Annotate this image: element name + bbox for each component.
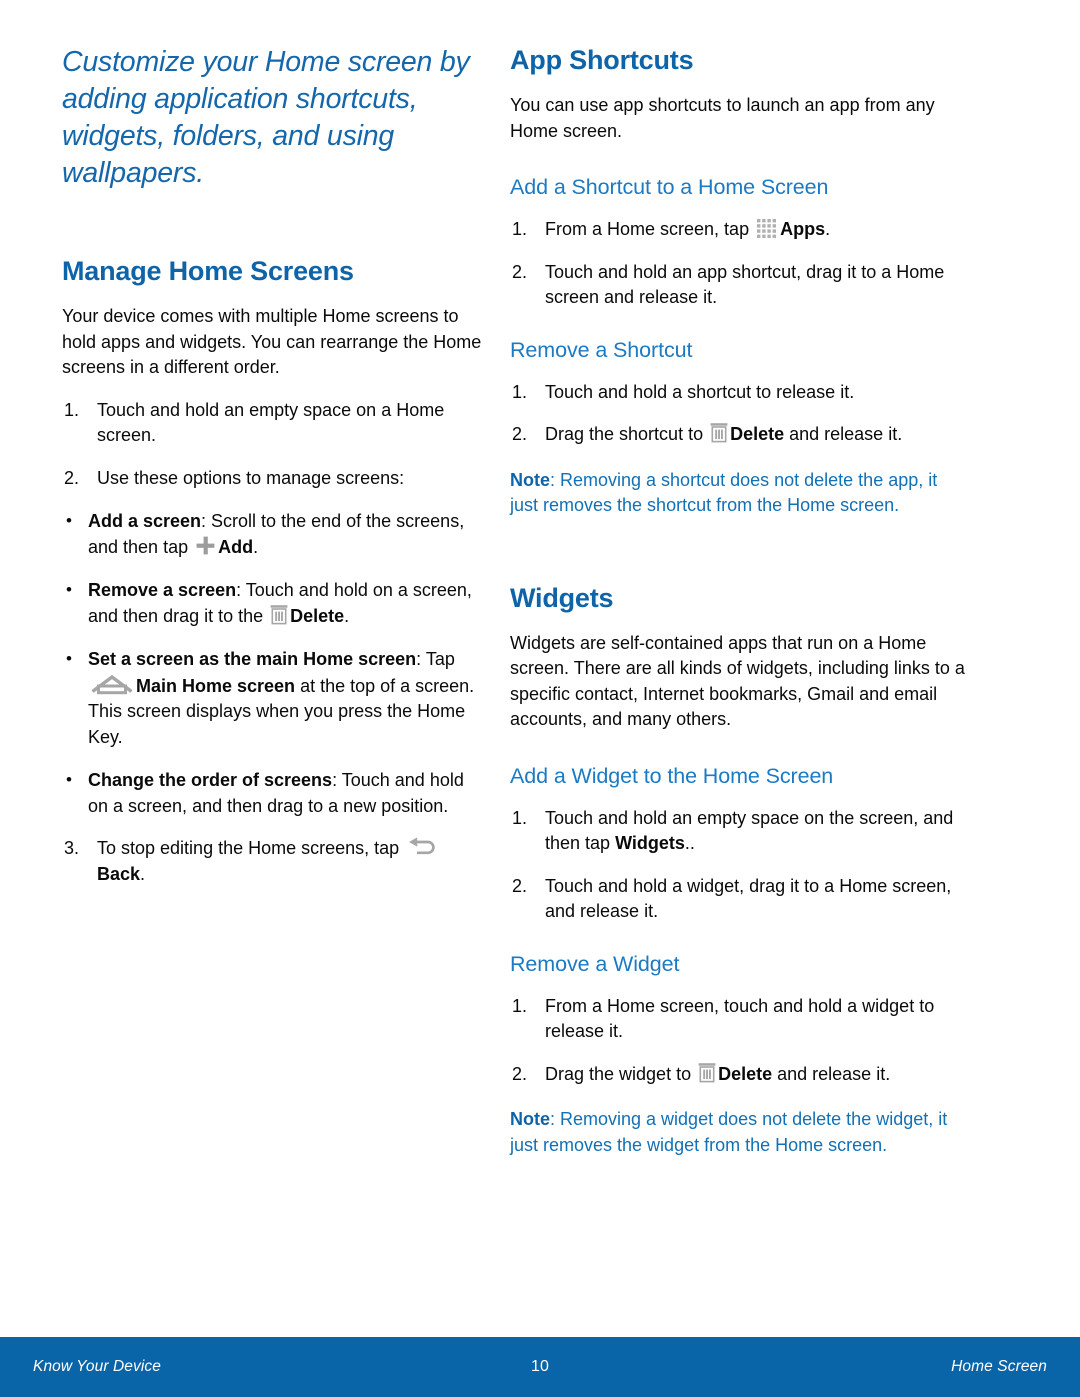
list-item: 1. From a Home screen, tap Apps. <box>510 217 965 243</box>
document-title: Customize your Home screen by adding app… <box>62 46 470 189</box>
manage-home-screens-steps: 1. Touch and hold an empty space on a Hom… <box>62 398 485 492</box>
app-shortcuts-intro: You can use app shortcuts to launch an a… <box>510 95 935 141</box>
note-text: : Removing a widget does not delete the … <box>510 1109 948 1155</box>
list-item: 3. To stop editing the Home screens, tap … <box>62 836 485 887</box>
step-number: 1. <box>512 995 528 1016</box>
back-arrow-icon <box>406 836 435 857</box>
step-number: 2. <box>512 424 528 444</box>
section-heading-manage-home-screens: Manage Home Screens <box>62 256 354 286</box>
option-text-after: . <box>253 536 259 557</box>
step-text: To stop editing the Home screens, tap <box>97 838 405 858</box>
list-item: 2. Drag the shortcut to Delete and releas… <box>510 422 965 448</box>
step-number: 2. <box>512 875 528 896</box>
subheading-add-shortcut: Add a Shortcut to a Home Screen <box>510 175 829 199</box>
manage-screens-options: Add a screen: Scroll to the end of the s… <box>62 508 485 819</box>
step-text-after: . <box>140 863 146 884</box>
note-label: Note <box>510 1109 550 1129</box>
step-number: 1. <box>512 381 528 402</box>
step-number: 2. <box>512 261 528 282</box>
apps-grid-icon <box>756 217 778 239</box>
note-text: : Removing a shortcut does not delete th… <box>510 469 938 516</box>
note-app-shortcuts: Note: Removing a shortcut does not delet… <box>510 468 965 519</box>
step-number: 1. <box>64 399 80 420</box>
step-number: 3. <box>64 838 80 858</box>
add-widget-steps: 1. Touch and hold an empty space on the s… <box>510 806 965 925</box>
step-icon-label: Widgets <box>615 833 685 853</box>
trash-icon <box>710 422 728 443</box>
note-label: Note <box>510 469 550 490</box>
list-item: 1. Touch and hold a shortcut to release i… <box>510 380 965 406</box>
step-number: 1. <box>512 807 528 828</box>
footer-right-label: Home Screen <box>951 1358 1047 1375</box>
list-item-add-a-screen: Add a screen: Scroll to the end of the s… <box>62 508 485 560</box>
home-icon <box>90 673 134 697</box>
section-heading-app-shortcuts: App Shortcuts <box>510 45 694 75</box>
option-text: : Tap <box>416 649 455 669</box>
list-item: 1. Touch and hold an empty space on a Hom… <box>62 398 485 449</box>
step-icon-label: Delete <box>730 424 785 444</box>
option-label: Set a screen as the main Home screen <box>88 649 417 669</box>
list-item-set-main-home-screen: Set a screen as the main Home screen: Ta… <box>62 646 485 750</box>
remove-shortcut-steps: 1. Touch and hold a shortcut to release i… <box>510 380 965 448</box>
remove-widget-steps: 1. From a Home screen, touch and hold a w… <box>510 994 965 1088</box>
step-text: Touch and hold an app shortcut, drag it … <box>545 261 945 308</box>
plus-icon <box>195 535 216 556</box>
list-item: 1. From a Home screen, touch and hold a w… <box>510 994 965 1045</box>
section-heading-widgets: Widgets <box>510 582 614 613</box>
list-item: 2. Use these options to manage screens: <box>62 466 485 492</box>
list-item: 2. Drag the widget to Delete and release … <box>510 1062 965 1088</box>
left-column: Customize your Home screen by adding app… <box>0 44 505 1158</box>
step-text: Touch and hold an empty space on the scr… <box>545 807 954 854</box>
step-number: 2. <box>64 467 80 488</box>
note-widgets: Note: Removing a widget does not delete … <box>510 1107 965 1158</box>
step-icon-label: Apps <box>780 219 826 239</box>
step-text: Drag the shortcut to <box>545 424 709 444</box>
manage-home-screens-final-step: 3. To stop editing the Home screens, tap … <box>62 836 485 887</box>
list-item: 1. Touch and hold an empty space on the s… <box>510 806 965 857</box>
option-label: Remove a screen <box>88 580 237 600</box>
document-page: Customize your Home screen by adding app… <box>0 0 1080 1397</box>
step-number: 1. <box>512 219 528 239</box>
step-text: From a Home screen, touch and hold a wid… <box>545 995 935 1042</box>
subheading-add-widget: Add a Widget to the Home Screen <box>510 763 834 788</box>
list-item-change-order-of-screens: Change the order of screens: Touch and h… <box>62 767 485 819</box>
step-icon-label: Delete <box>718 1063 773 1084</box>
trash-icon <box>270 604 288 625</box>
page-footer: Know Your Device 10 Home Screen <box>0 1337 1080 1397</box>
option-label: Change the order of screens <box>88 770 333 790</box>
option-icon-label: Add <box>218 536 254 557</box>
widgets-intro: Widgets are self-contained apps that run… <box>510 632 965 730</box>
manage-home-screens-intro: Your device comes with multiple Home scr… <box>62 306 482 377</box>
trash-icon <box>698 1062 716 1083</box>
step-text: Touch and hold an empty space on a Home … <box>97 399 445 446</box>
two-column-layout: Customize your Home screen by adding app… <box>0 44 1080 1158</box>
step-icon-label: Back <box>97 863 141 884</box>
subheading-remove-shortcut: Remove a Shortcut <box>510 337 693 362</box>
step-text-after: . <box>825 219 831 239</box>
option-text-after: . <box>344 605 350 626</box>
step-text: Drag the widget to <box>545 1063 697 1084</box>
option-icon-label: Delete <box>290 605 345 626</box>
option-icon-label: Main Home screen <box>136 675 296 696</box>
step-text-after: and release it. <box>772 1063 891 1084</box>
right-column: App Shortcuts You can use app shortcuts … <box>505 44 1010 1158</box>
list-item: 2. Touch and hold a widget, drag it to a … <box>510 874 965 925</box>
add-shortcut-steps: 1. From a Home screen, tap Apps. 2. Touc… <box>510 217 965 311</box>
footer-page-number: 10 <box>531 1358 549 1375</box>
step-text: Touch and hold a widget, drag it to a Ho… <box>545 875 952 922</box>
subheading-remove-widget: Remove a Widget <box>510 951 680 976</box>
step-text: From a Home screen, tap <box>545 219 755 239</box>
list-item: 2. Touch and hold an app shortcut, drag i… <box>510 260 965 311</box>
step-text: Use these options to manage screens: <box>97 467 405 488</box>
step-number: 2. <box>512 1063 528 1084</box>
step-text-after: and release it. <box>784 424 903 444</box>
option-label: Add a screen <box>88 511 202 531</box>
list-item-remove-a-screen: Remove a screen: Touch and hold on a scr… <box>62 577 485 629</box>
step-text: Touch and hold a shortcut to release it. <box>545 381 855 402</box>
step-text-after: .. <box>684 833 695 853</box>
